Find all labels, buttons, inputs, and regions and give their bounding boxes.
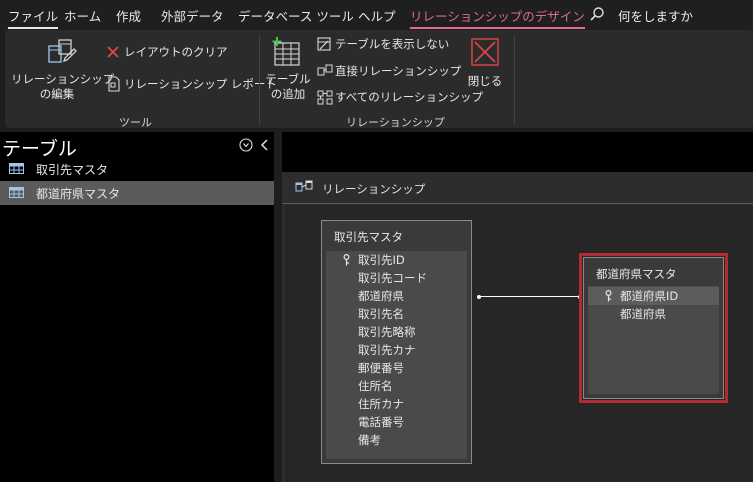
relationship-report-button[interactable]: リレーションシップ レポート (103, 76, 277, 94)
field-row[interactable]: 取引先カナ (326, 341, 467, 359)
field-row[interactable]: 取引先コード (326, 269, 467, 287)
add-tables-label-2: の追加 (270, 87, 306, 101)
field-row[interactable]: 取引先略称 (326, 323, 467, 341)
all-relationships-label: すべてのリレーションシップ (335, 90, 484, 104)
close-icon (471, 38, 499, 66)
field-name: 電話番号 (358, 415, 404, 429)
edit-relationships-label-1: リレーションシップ (11, 72, 115, 86)
document-tab-relationships[interactable]: リレーションシップ (322, 181, 425, 197)
tab-relationship-design[interactable]: リレーションシップのデザイン (410, 6, 585, 29)
tab-database-tools[interactable]: データベース ツール (238, 6, 354, 25)
field-name: 備考 (358, 433, 381, 447)
field-row[interactable]: 郵便番号 (326, 359, 467, 377)
field-list[interactable]: 取引先ID 取引先コード 都道府県 取引先名 取引先略称 取引先カナ 郵便番号 … (326, 251, 467, 459)
close-label: 閉じる (467, 74, 503, 88)
ribbon: リレーションシップ の編集 レイアウトのクリア リレーションシップ レポート ツ… (5, 30, 753, 129)
field-name: 都道府県 (620, 307, 666, 321)
field-list[interactable]: 都道府県ID 都道府県 (588, 286, 719, 394)
hide-table-icon (317, 37, 331, 51)
field-name: 取引先名 (358, 307, 404, 321)
pane-splitter[interactable] (274, 132, 282, 482)
table-box-torihikisaki[interactable]: 取引先マスタ 取引先ID 取引先コード 都道府県 取引先名 取引先略称 取引先カ… (321, 220, 472, 464)
nav-item-label: 都道府県マスタ (36, 187, 121, 201)
add-table-icon (272, 37, 300, 66)
table-icon (9, 187, 24, 198)
tab-external-data[interactable]: 外部データ (161, 6, 224, 25)
field-name: 取引先コード (358, 271, 427, 285)
field-name: 取引先ID (358, 253, 405, 267)
field-name: 取引先略称 (358, 325, 416, 339)
table-box-title: 取引先マスタ (334, 230, 403, 244)
field-name: 住所カナ (358, 397, 404, 411)
all-relationships-button[interactable]: すべてのリレーションシップ (315, 89, 483, 107)
relationships-group-label: リレーションシップ (346, 116, 445, 129)
nav-item-label: 取引先マスタ (36, 163, 109, 177)
primary-key-icon (605, 290, 612, 302)
field-row[interactable]: 住所カナ (326, 395, 467, 413)
field-row[interactable]: 取引先名 (326, 305, 467, 323)
field-row[interactable]: 取引先ID (326, 251, 467, 269)
nav-item-todofuken[interactable]: 都道府県マスタ (0, 181, 274, 205)
relationship-line-end (477, 295, 481, 299)
ribbon-separator (259, 36, 260, 124)
close-button[interactable]: 閉じる (465, 34, 509, 104)
all-relationships-icon (317, 90, 333, 105)
hide-table-label: テーブルを表示しない (335, 37, 450, 51)
document-top-area (282, 132, 753, 172)
field-row[interactable]: 電話番号 (326, 413, 467, 431)
ribbon-separator-2 (514, 36, 515, 124)
navigation-pane: テーブル 取引先マスタ 都道府県マスタ (0, 132, 274, 482)
field-row[interactable]: 備考 (326, 431, 467, 449)
field-row[interactable]: 都道府県ID (588, 287, 719, 305)
nav-item-torihikisaki[interactable]: 取引先マスタ (0, 157, 274, 181)
add-tables-label-1: テーブル (265, 72, 311, 86)
menu-bar: ファイル ホーム 作成 外部データ データベース ツール ヘルプ リレーションシ… (0, 0, 753, 30)
direct-relationships-icon (317, 64, 333, 76)
add-tables-button[interactable]: テーブル の追加 (265, 34, 311, 104)
field-name: 郵便番号 (358, 361, 404, 375)
table-box-todofuken[interactable]: 都道府県マスタ 都道府県ID 都道府県 (583, 257, 724, 399)
table-icon (9, 163, 24, 174)
tab-file[interactable]: ファイル (8, 6, 59, 29)
clear-layout-label: レイアウトのクリア (124, 45, 228, 59)
hide-table-button[interactable]: テーブルを表示しない (315, 36, 455, 54)
relationship-line[interactable] (480, 296, 580, 297)
field-name: 都道府県 (358, 289, 404, 303)
tab-help[interactable]: ヘルプ (358, 6, 396, 25)
direct-relationships-label: 直接リレーションシップ (335, 64, 462, 78)
field-row[interactable]: 住所名 (326, 377, 467, 395)
field-name: 都道府県ID (620, 289, 679, 303)
field-name: 住所名 (358, 379, 393, 393)
relationship-report-label: リレーションシップ レポート (124, 77, 277, 91)
field-row[interactable]: 都道府県 (588, 305, 719, 323)
edit-relationships-label-2: の編集 (39, 87, 75, 101)
direct-relationships-button[interactable]: 直接リレーションシップ (315, 63, 461, 81)
table-box-title: 都道府県マスタ (596, 267, 677, 281)
clear-x-icon (107, 46, 119, 58)
tell-me-search[interactable]: 何をしますか (618, 6, 693, 25)
tools-group-label: ツール (119, 116, 152, 129)
field-name: 取引先カナ (358, 343, 416, 357)
search-icon[interactable] (589, 6, 605, 22)
relationships-tab-icon (295, 180, 313, 192)
collapse-pane-chevron-icon[interactable] (258, 138, 272, 152)
tab-create[interactable]: 作成 (116, 6, 141, 25)
primary-key-icon (343, 254, 350, 266)
report-icon (108, 76, 120, 92)
edit-relationships-icon (48, 39, 77, 63)
clear-layout-button[interactable]: レイアウトのクリア (103, 44, 233, 62)
field-row[interactable]: 都道府県 (326, 287, 467, 305)
tab-home[interactable]: ホーム (64, 6, 101, 25)
edit-relationships-button[interactable]: リレーションシップ の編集 (11, 34, 115, 104)
nav-menu-dropdown-icon[interactable] (239, 138, 253, 152)
